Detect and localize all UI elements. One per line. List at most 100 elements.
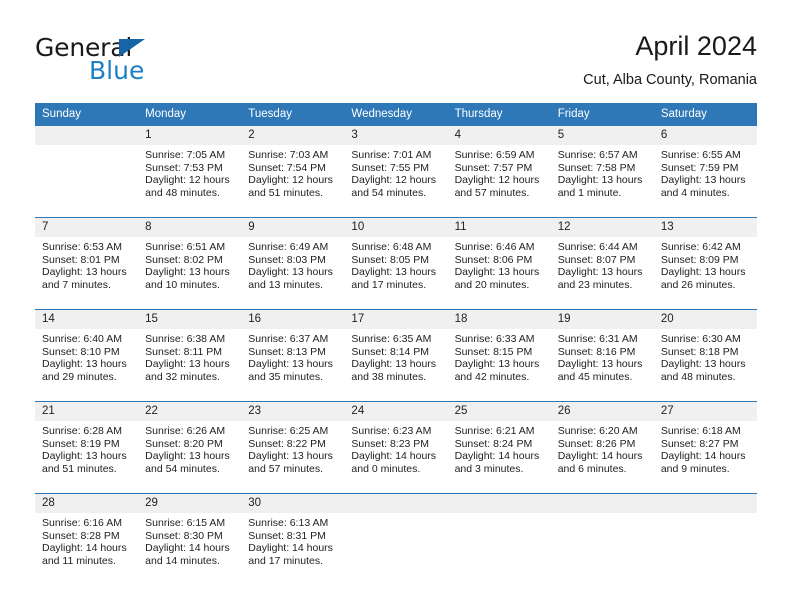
day-details: Sunrise: 6:49 AM Sunset: 8:03 PM Daylight:…: [241, 237, 344, 291]
calendar-day-cell[interactable]: 21 Sunrise: 6:28 AM Sunset: 8:19 PM Dayligh…: [35, 401, 139, 485]
calendar-day-cell[interactable]: 5 Sunrise: 6:57 AM Sunset: 7:58 PM Daylight…: [550, 125, 654, 209]
daylight-duration-line1: Daylight: 12 hours: [248, 174, 333, 187]
calendar-day-cell[interactable]: 22 Sunrise: 6:26 AM Sunset: 8:20 PM Dayligh…: [138, 401, 242, 485]
day-number: 28: [35, 494, 139, 513]
calendar-day-cell[interactable]: 1 Sunrise: 7:05 AM Sunset: 7:53 PM Daylight…: [138, 125, 242, 209]
logo-triangle-icon: [119, 39, 145, 57]
day-number: [653, 494, 757, 513]
calendar-day-cell[interactable]: 11 Sunrise: 6:46 AM Sunset: 8:06 PM Dayligh…: [447, 217, 551, 301]
calendar-day-cell[interactable]: 24 Sunrise: 6:23 AM Sunset: 8:23 PM Dayligh…: [344, 401, 448, 485]
calendar-day-cell[interactable]: 23 Sunrise: 6:25 AM Sunset: 8:22 PM Dayligh…: [241, 401, 345, 485]
daylight-duration-line2: and 38 minutes.: [351, 370, 427, 383]
daylight-duration-line2: and 57 minutes.: [454, 186, 530, 199]
calendar-table: Sunday Monday Tuesday Wednesday Thursday…: [35, 103, 757, 577]
day-details: Sunrise: 6:38 AM Sunset: 8:11 PM Daylight:…: [138, 329, 241, 383]
daylight-duration-line1: Daylight: 13 hours: [660, 358, 746, 371]
calendar-day-cell[interactable]: 6 Sunrise: 6:55 AM Sunset: 7:59 PM Daylight…: [653, 125, 757, 209]
calendar-day-cell[interactable]: 2 Sunrise: 7:03 AM Sunset: 7:54 PM Daylight…: [241, 125, 345, 209]
daylight-duration-line1: Daylight: 14 hours: [351, 450, 437, 463]
day-number: 12: [550, 218, 654, 237]
sunrise-time: Sunrise: 6:23 AM: [351, 425, 432, 437]
title-block: April 2024 Cut, Alba County, Romania: [583, 30, 757, 89]
sunrise-time: Sunrise: 7:05 AM: [145, 149, 226, 161]
day-number: 21: [35, 402, 139, 421]
daylight-duration-line1: Daylight: 14 hours: [454, 450, 540, 463]
calendar-day-cell[interactable]: 3 Sunrise: 7:01 AM Sunset: 7:55 PM Daylight…: [344, 125, 448, 209]
daylight-duration-line1: Daylight: 13 hours: [454, 358, 540, 371]
day-number: 29: [138, 494, 242, 513]
daylight-duration-line1: Daylight: 12 hours: [145, 174, 230, 187]
day-details: Sunrise: 6:18 AM Sunset: 8:27 PM Daylight:…: [654, 421, 757, 475]
week-row-spacer-cell: [35, 393, 757, 402]
sunset-time: Sunset: 8:20 PM: [145, 437, 223, 450]
calendar-day-cell[interactable]: 12 Sunrise: 6:44 AM Sunset: 8:07 PM Dayligh…: [550, 217, 654, 301]
calendar-day-cell[interactable]: 17 Sunrise: 6:35 AM Sunset: 8:14 PM Dayligh…: [344, 309, 448, 393]
day-number: 13: [653, 218, 757, 237]
calendar-day-cell[interactable]: 9 Sunrise: 6:49 AM Sunset: 8:03 PM Daylight…: [241, 217, 345, 301]
day-details: Sunrise: 7:05 AM Sunset: 7:53 PM Daylight:…: [138, 145, 241, 199]
calendar-day-cell[interactable]: 20 Sunrise: 6:30 AM Sunset: 8:18 PM Dayligh…: [653, 309, 757, 393]
calendar-day-cell[interactable]: 8 Sunrise: 6:51 AM Sunset: 8:02 PM Daylight…: [138, 217, 242, 301]
sunset-time: Sunset: 7:53 PM: [145, 161, 223, 174]
daylight-duration-line2: and 51 minutes.: [248, 186, 323, 199]
day-number: 9: [241, 218, 345, 237]
calendar-day-cell[interactable]: 14 Sunrise: 6:40 AM Sunset: 8:10 PM Dayligh…: [35, 309, 139, 393]
page-title: April 2024: [635, 31, 757, 61]
sunset-time: Sunset: 8:07 PM: [557, 253, 636, 266]
daylight-duration-line1: Daylight: 13 hours: [42, 450, 127, 463]
calendar-day-cell[interactable]: 25 Sunrise: 6:21 AM Sunset: 8:24 PM Dayligh…: [447, 401, 551, 485]
sunrise-time: Sunrise: 6:30 AM: [660, 333, 741, 345]
calendar-day-cell[interactable]: 26 Sunrise: 6:20 AM Sunset: 8:26 PM Dayligh…: [550, 401, 654, 485]
day-details: Sunrise: 6:13 AM Sunset: 8:31 PM Daylight:…: [241, 513, 344, 567]
week-row-spacer: [35, 301, 757, 310]
calendar-day-cell[interactable]: 16 Sunrise: 6:37 AM Sunset: 8:13 PM Dayligh…: [241, 309, 345, 393]
day-details: Sunrise: 6:21 AM Sunset: 8:24 PM Daylight:…: [448, 421, 551, 475]
general-blue-logo: General Blue: [35, 33, 235, 85]
calendar-day-cell[interactable]: 10 Sunrise: 6:48 AM Sunset: 8:05 PM Dayligh…: [344, 217, 448, 301]
day-number: 3: [344, 126, 448, 145]
daylight-duration-line2: and 42 minutes.: [454, 370, 530, 383]
weekday-header-saturday: Saturday: [653, 103, 757, 126]
calendar-day-cell[interactable]: 19 Sunrise: 6:31 AM Sunset: 8:16 PM Dayligh…: [550, 309, 654, 393]
sunrise-time: Sunrise: 6:48 AM: [351, 241, 432, 253]
day-number: [550, 494, 654, 513]
sunset-time: Sunset: 8:01 PM: [42, 253, 120, 266]
daylight-duration-line2: and 48 minutes.: [145, 186, 220, 199]
weekday-header-thursday: Thursday: [447, 103, 551, 126]
calendar-day-cell[interactable]: 28 Sunrise: 6:16 AM Sunset: 8:28 PM Dayligh…: [35, 493, 139, 577]
sunrise-time: Sunrise: 6:57 AM: [557, 149, 638, 161]
calendar-day-cell[interactable]: 18 Sunrise: 6:33 AM Sunset: 8:15 PM Dayligh…: [447, 309, 551, 393]
calendar-day-cell[interactable]: 7 Sunrise: 6:53 AM Sunset: 8:01 PM Daylight…: [35, 217, 139, 301]
calendar-day-cell[interactable]: 27 Sunrise: 6:18 AM Sunset: 8:27 PM Dayligh…: [653, 401, 757, 485]
daylight-duration-line2: and 0 minutes.: [351, 462, 421, 475]
calendar-day-cell[interactable]: 13 Sunrise: 6:42 AM Sunset: 8:09 PM Dayligh…: [653, 217, 757, 301]
weekday-header-wednesday: Wednesday: [344, 103, 448, 126]
daylight-duration-line2: and 57 minutes.: [248, 462, 323, 475]
day-details: Sunrise: 6:25 AM Sunset: 8:22 PM Daylight:…: [241, 421, 344, 475]
day-number: 11: [447, 218, 551, 237]
calendar-day-cell[interactable]: 30 Sunrise: 6:13 AM Sunset: 8:31 PM Dayligh…: [241, 493, 345, 577]
day-details: Sunrise: 6:40 AM Sunset: 8:10 PM Daylight:…: [35, 329, 138, 383]
calendar-day-cell[interactable]: 29 Sunrise: 6:15 AM Sunset: 8:30 PM Dayligh…: [138, 493, 242, 577]
daylight-duration-line1: Daylight: 12 hours: [351, 174, 437, 187]
daylight-duration-line1: Daylight: 13 hours: [660, 266, 746, 279]
daylight-duration-line1: Daylight: 14 hours: [557, 450, 643, 463]
sunrise-time: Sunrise: 6:49 AM: [248, 241, 329, 253]
daylight-duration-line1: Daylight: 13 hours: [248, 450, 333, 463]
sunset-time: Sunset: 8:26 PM: [557, 437, 636, 450]
day-number: 4: [447, 126, 551, 145]
sunset-time: Sunset: 8:28 PM: [42, 529, 120, 542]
sunset-time: Sunset: 8:23 PM: [351, 437, 430, 450]
daylight-duration-line1: Daylight: 13 hours: [660, 174, 746, 187]
day-details: Sunrise: 6:53 AM Sunset: 8:01 PM Daylight:…: [35, 237, 138, 291]
daylight-duration-line2: and 7 minutes.: [42, 278, 111, 291]
sunset-time: Sunset: 8:09 PM: [660, 253, 739, 266]
daylight-duration-line2: and 29 minutes.: [42, 370, 117, 383]
week-row-spacer-cell: [35, 209, 757, 218]
calendar-day-cell[interactable]: 15 Sunrise: 6:38 AM Sunset: 8:11 PM Dayligh…: [138, 309, 242, 393]
calendar-day-cell[interactable]: 4 Sunrise: 6:59 AM Sunset: 7:57 PM Daylight…: [447, 125, 551, 209]
day-details: Sunrise: 6:15 AM Sunset: 8:30 PM Daylight:…: [138, 513, 241, 567]
sunset-time: Sunset: 8:05 PM: [351, 253, 430, 266]
daylight-duration-line2: and 20 minutes.: [454, 278, 530, 291]
sunrise-time: Sunrise: 6:28 AM: [42, 425, 122, 437]
